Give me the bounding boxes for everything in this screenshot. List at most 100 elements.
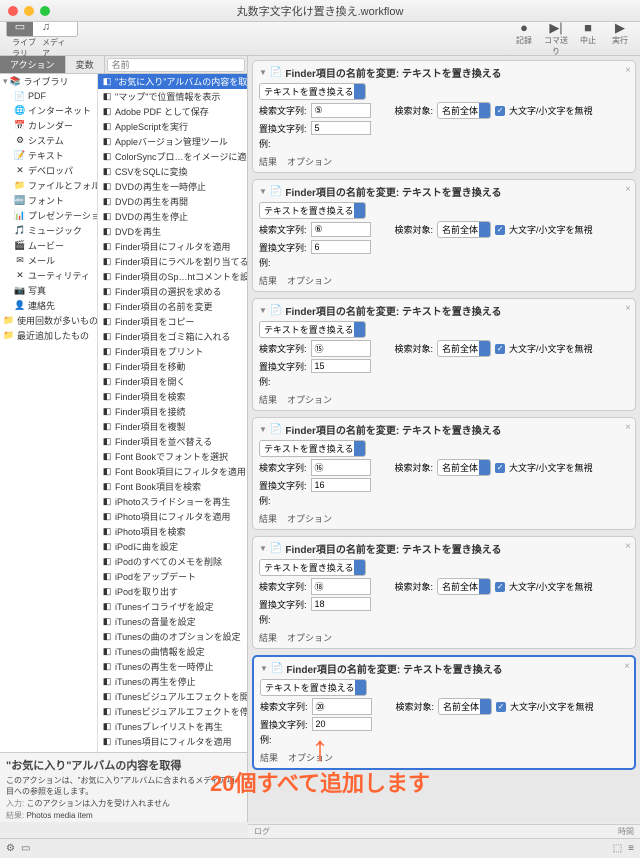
action-item[interactable]: ◧Finder項目をプリント bbox=[98, 344, 247, 359]
find-input[interactable]: ⑱ bbox=[311, 578, 371, 595]
find-input[interactable]: ⑥ bbox=[311, 222, 371, 237]
find-input[interactable]: ⑳ bbox=[312, 698, 372, 715]
workflow-action[interactable]: ×▼📄Finder項目の名前を変更: テキストを置き換えるテキストを置き換える検… bbox=[252, 536, 636, 649]
action-item[interactable]: ◧iPhoto項目にフィルタを適用 bbox=[98, 509, 247, 524]
list-item[interactable]: 📁最近追加したもの bbox=[0, 328, 97, 343]
action-item[interactable]: ◧iPodに曲を設定 bbox=[98, 539, 247, 554]
close-icon[interactable]: × bbox=[625, 184, 631, 195]
close-icon[interactable]: × bbox=[624, 661, 630, 672]
action-item[interactable]: ◧"マップ"で位置情報を表示 bbox=[98, 89, 247, 104]
options-button[interactable]: オプション bbox=[287, 155, 332, 168]
action-item[interactable]: ◧Finder項目をゴミ箱に入れる bbox=[98, 329, 247, 344]
options-button[interactable]: オプション bbox=[287, 393, 332, 406]
workflow-action[interactable]: ×▼📄Finder項目の名前を変更: テキストを置き換えるテキストを置き換える検… bbox=[252, 179, 636, 292]
action-item[interactable]: ◧iPhotoスライドショーを再生 bbox=[98, 494, 247, 509]
result-button[interactable]: 結果 bbox=[259, 155, 277, 168]
replace-input[interactable]: 18 bbox=[311, 597, 371, 611]
target-select[interactable]: 名前全体 bbox=[437, 340, 491, 357]
action-item[interactable]: ◧iPodのすべてのメモを削除 bbox=[98, 554, 247, 569]
replace-input[interactable]: 6 bbox=[311, 240, 371, 254]
action-item[interactable]: ◧DVDの再生を一時停止 bbox=[98, 179, 247, 194]
case-checkbox[interactable]: ✓ bbox=[495, 106, 505, 116]
options-button[interactable]: オプション bbox=[287, 631, 332, 644]
tab-variable[interactable]: 変数 bbox=[66, 56, 105, 73]
action-item[interactable]: ◧Finder項目を移動 bbox=[98, 359, 247, 374]
result-button[interactable]: 結果 bbox=[259, 274, 277, 287]
list-item[interactable]: 📁使用回数が多いもの bbox=[0, 313, 97, 328]
action-item[interactable]: ◧DVDの再生を停止 bbox=[98, 209, 247, 224]
target-select[interactable]: 名前全体 bbox=[437, 221, 491, 238]
list-item[interactable]: 📅カレンダー bbox=[0, 118, 97, 133]
action-item[interactable]: ◧iTunesイコライザを設定 bbox=[98, 599, 247, 614]
action-item[interactable]: ◧Font Bookでフォントを選択 bbox=[98, 449, 247, 464]
list-item[interactable]: ⚙システム bbox=[0, 133, 97, 148]
close-icon[interactable]: × bbox=[625, 541, 631, 552]
find-input[interactable]: ⑮ bbox=[311, 340, 371, 357]
action-item[interactable]: ◧iTunesの音量を設定 bbox=[98, 614, 247, 629]
target-select[interactable]: 名前全体 bbox=[437, 459, 491, 476]
action-item[interactable]: ◧iTunesの再生を停止 bbox=[98, 674, 247, 689]
options-button[interactable]: オプション bbox=[287, 512, 332, 525]
action-item[interactable]: ◧Finder項目にフィルタを適用 bbox=[98, 239, 247, 254]
action-item[interactable]: ◧Finder項目を並べ替える bbox=[98, 434, 247, 449]
flow-icon[interactable]: ⬚ bbox=[613, 843, 622, 854]
list-item[interactable]: 🎵ミュージック bbox=[0, 223, 97, 238]
library-categories[interactable]: ▾📚ライブラリ📄PDF🌐インターネット📅カレンダー⚙システム📝テキスト✕デベロッ… bbox=[0, 74, 98, 752]
list-item[interactable]: ✕デベロッパ bbox=[0, 163, 97, 178]
action-item[interactable]: ◧Finder項目を接続 bbox=[98, 404, 247, 419]
action-item[interactable]: ◧DVDの再生を再開 bbox=[98, 194, 247, 209]
mode-select[interactable]: テキストを置き換える bbox=[260, 679, 367, 696]
action-item[interactable]: ◧iTunesの再生を一時停止 bbox=[98, 659, 247, 674]
action-item[interactable]: ◧ColorSyncプロ…をイメージに適用 bbox=[98, 149, 247, 164]
action-item[interactable]: ◧iTunesビジュアルエフェクトを停止 bbox=[98, 704, 247, 719]
target-select[interactable]: 名前全体 bbox=[437, 578, 491, 595]
replace-input[interactable]: 20 bbox=[312, 717, 372, 731]
tab-action[interactable]: アクション bbox=[0, 56, 66, 73]
target-select[interactable]: 名前全体 bbox=[437, 102, 491, 119]
action-item[interactable]: ◧iPodを取り出す bbox=[98, 584, 247, 599]
list-item[interactable]: 👤連絡先 bbox=[0, 298, 97, 313]
action-item[interactable]: ◧Appleバージョン管理ツール bbox=[98, 134, 247, 149]
action-item[interactable]: ◧CSVをSQLに変換 bbox=[98, 164, 247, 179]
list-item[interactable]: ▾📚ライブラリ bbox=[0, 74, 97, 89]
action-item[interactable]: ◧iTunesプレイリストを再生 bbox=[98, 719, 247, 734]
action-item[interactable]: ◧AppleScriptを実行 bbox=[98, 119, 247, 134]
mode-select[interactable]: テキストを置き換える bbox=[259, 321, 366, 338]
list-item[interactable]: 📁ファイルとフォルダ bbox=[0, 178, 97, 193]
sidebar-toggle-icon[interactable]: ▭ bbox=[21, 843, 30, 854]
run-button[interactable]: ▶実行 bbox=[606, 21, 634, 57]
case-checkbox[interactable]: ✓ bbox=[495, 582, 505, 592]
step-button[interactable]: ▶|コマ送り bbox=[542, 21, 570, 57]
action-item[interactable]: ◧iTunesの曲のオプションを設定 bbox=[98, 629, 247, 644]
workflow-canvas[interactable]: ×▼📄Finder項目の名前を変更: テキストを置き換えるテキストを置き換える検… bbox=[248, 56, 640, 822]
action-item[interactable]: ◧Finder項目を開く bbox=[98, 374, 247, 389]
case-checkbox[interactable]: ✓ bbox=[495, 344, 505, 354]
search-input[interactable] bbox=[107, 58, 245, 72]
list-item[interactable]: 🎬ムービー bbox=[0, 238, 97, 253]
close-icon[interactable]: × bbox=[625, 303, 631, 314]
stop-button[interactable]: ■中止 bbox=[574, 21, 602, 57]
case-checkbox[interactable]: ✓ bbox=[495, 463, 505, 473]
list-item[interactable]: ✉メール bbox=[0, 253, 97, 268]
list-item[interactable]: 📷写真 bbox=[0, 283, 97, 298]
options-button[interactable]: オプション bbox=[287, 274, 332, 287]
result-button[interactable]: 結果 bbox=[259, 631, 277, 644]
close-icon[interactable]: × bbox=[625, 422, 631, 433]
action-item[interactable]: ◧Font Book項目を検索 bbox=[98, 479, 247, 494]
mode-select[interactable]: テキストを置き換える bbox=[259, 83, 366, 100]
list-item[interactable]: 📊プレゼンテーション bbox=[0, 208, 97, 223]
replace-input[interactable]: 5 bbox=[311, 121, 371, 135]
action-item[interactable]: ◧Finder項目の選択を求める bbox=[98, 284, 247, 299]
replace-input[interactable]: 15 bbox=[311, 359, 371, 373]
find-input[interactable]: ⑤ bbox=[311, 103, 371, 118]
actions-list[interactable]: ◧"お気に入り"アルバムの内容を取得◧"マップ"で位置情報を表示◧Adobe P… bbox=[98, 74, 247, 752]
action-item[interactable]: ◧Adobe PDF として保存 bbox=[98, 104, 247, 119]
action-item[interactable]: ◧Finder項目の名前を変更 bbox=[98, 299, 247, 314]
action-item[interactable]: ◧iPodをアップデート bbox=[98, 569, 247, 584]
workflow-action[interactable]: ×▼📄Finder項目の名前を変更: テキストを置き換えるテキストを置き換える検… bbox=[252, 655, 636, 770]
options-button[interactable]: オプション bbox=[288, 751, 333, 764]
action-item[interactable]: ◧iPhoto項目を検索 bbox=[98, 524, 247, 539]
mode-select[interactable]: テキストを置き換える bbox=[259, 440, 366, 457]
result-button[interactable]: 結果 bbox=[259, 512, 277, 525]
mode-select[interactable]: テキストを置き換える bbox=[259, 559, 366, 576]
